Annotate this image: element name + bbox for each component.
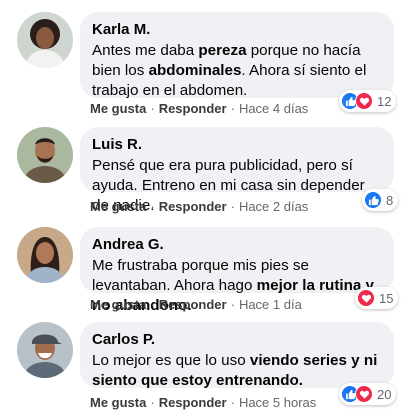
reaction-summary[interactable]: 20 (339, 383, 397, 405)
comment-actions: Me gusta · Responder · Hace 4 días (90, 101, 309, 116)
reply-button[interactable]: Responder (159, 199, 227, 214)
reply-button[interactable]: Responder (159, 297, 227, 312)
commenter-name[interactable]: Carlos P. (92, 330, 382, 349)
like-button[interactable]: Me gusta (90, 199, 146, 214)
comment-actions: Me gusta · Responder · Hace 5 horas (90, 395, 317, 410)
like-button[interactable]: Me gusta (90, 395, 146, 410)
reaction-count: 20 (377, 386, 392, 402)
avatar[interactable] (17, 322, 73, 378)
comment-text: Lo mejor es que lo uso viendo series y n… (92, 352, 378, 389)
reaction-summary[interactable]: 15 (355, 287, 399, 309)
love-icon (357, 289, 375, 307)
avatar-photo (17, 322, 73, 378)
timestamp[interactable]: Hace 4 días (239, 101, 308, 116)
love-icon (355, 92, 373, 110)
reply-button[interactable]: Responder (159, 395, 227, 410)
reaction-count: 15 (379, 290, 394, 306)
avatar[interactable] (17, 227, 73, 283)
commenter-name[interactable]: Karla M. (92, 20, 382, 39)
like-icon (364, 191, 382, 209)
reaction-summary[interactable]: 8 (362, 189, 399, 211)
avatar-photo (17, 12, 73, 68)
comment-bubble: Karla M. Antes me daba pereza porque no … (80, 12, 394, 99)
reply-button[interactable]: Responder (159, 101, 227, 116)
timestamp[interactable]: Hace 2 días (239, 199, 308, 214)
comment-bubble: Luis R. Pensé que era pura publicidad, p… (80, 127, 394, 214)
like-button[interactable]: Me gusta (90, 297, 146, 312)
comment-text: Antes me daba pereza porque no hacía bie… (92, 42, 367, 99)
avatar-photo (17, 227, 73, 283)
comment-bubble: Carlos P. Lo mejor es que lo uso viendo … (80, 322, 394, 389)
avatar-photo (17, 127, 73, 183)
reaction-count: 12 (377, 93, 392, 109)
reaction-summary[interactable]: 12 (339, 90, 397, 112)
comment-actions: Me gusta · Responder · Hace 1 día (90, 297, 302, 312)
love-icon (355, 385, 373, 403)
timestamp[interactable]: Hace 5 horas (239, 395, 316, 410)
timestamp[interactable]: Hace 1 día (239, 297, 302, 312)
commenter-name[interactable]: Luis R. (92, 135, 382, 154)
reaction-count: 8 (386, 192, 394, 208)
avatar[interactable] (17, 12, 73, 68)
commenter-name[interactable]: Andrea G. (92, 235, 382, 254)
avatar[interactable] (17, 127, 73, 183)
comment-bubble: Andrea G. Me frustraba porque mis pies s… (80, 227, 394, 314)
comment-actions: Me gusta · Responder · Hace 2 días (90, 199, 309, 214)
like-button[interactable]: Me gusta (90, 101, 146, 116)
